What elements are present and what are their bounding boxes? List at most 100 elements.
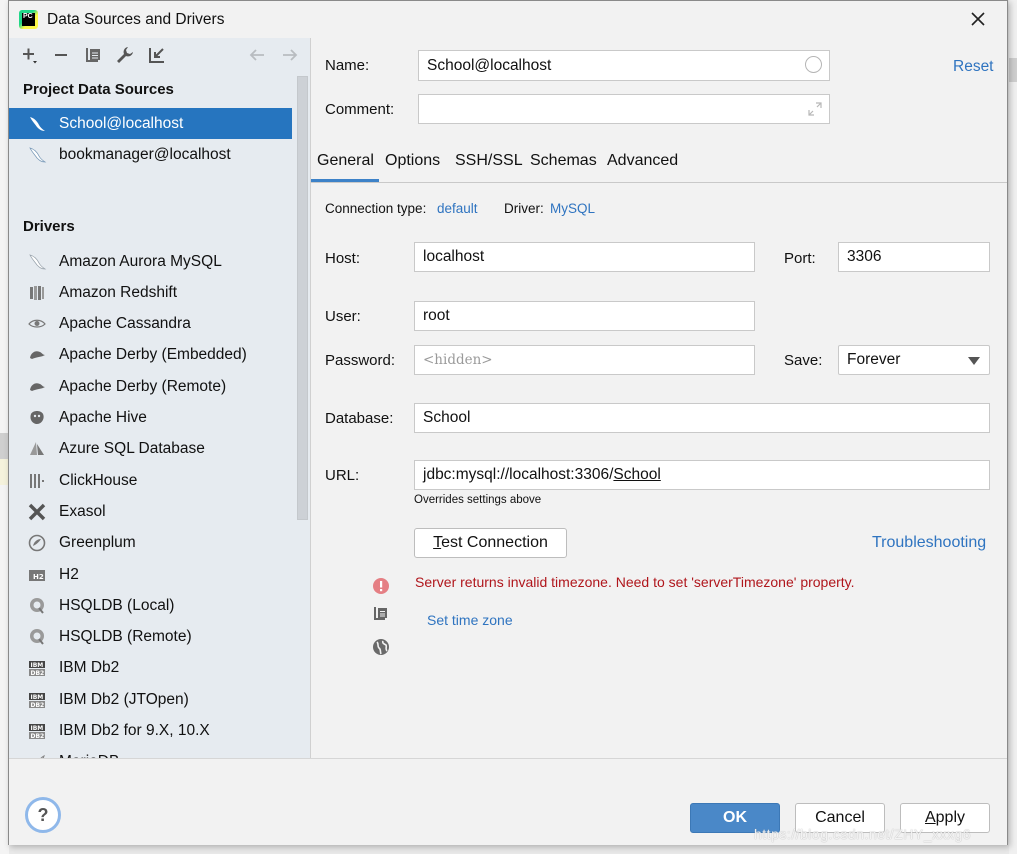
url-hint: Overrides settings above [414,494,542,506]
close-icon [971,12,985,26]
minus-icon [55,54,67,56]
tab-ssh-ssl[interactable]: SSH/SSL [455,152,523,180]
host-label: Host: [325,250,361,267]
url-input[interactable]: jdbc:mysql://localhost:3306/School [414,460,990,490]
driver-item-label: IBM Db2 (JTOpen) [59,690,189,708]
tab-schemas[interactable]: Schemas [530,152,597,180]
driver-item[interactable]: IBM DB2 IBM Db2 (JTOpen) [9,684,292,715]
driver-item[interactable]: Apache Derby (Remote) [9,371,292,402]
driver-item[interactable]: Azure SQL Database [9,434,292,465]
help-icon: ? [37,804,49,825]
expand-icon[interactable] [808,102,822,116]
database-label: Database: [325,410,394,427]
forward-button[interactable] [280,45,300,65]
driver-item-label: IBM Db2 [59,659,120,677]
arrow-left-icon [249,49,264,61]
driver-item[interactable]: Greenplum [9,528,292,559]
remove-button[interactable] [51,45,71,65]
scrollbar-thumb[interactable] [297,76,308,520]
greenplum-icon [27,533,47,553]
data-source-item-school[interactable]: School@localhost [9,108,292,139]
driver-item[interactable]: HSQLDB (Local) [9,590,292,621]
driver-item[interactable]: ClickHouse [9,465,292,496]
driver-item-label: H2 [59,565,79,583]
port-input[interactable]: 3306 [838,242,990,272]
name-label: Name: [325,57,370,74]
user-label: User: [325,308,361,325]
help-button[interactable]: ? [25,797,61,833]
user-input[interactable]: root [414,301,755,331]
svg-text:DB2: DB2 [31,702,45,709]
test-connection-button[interactable]: Test Connection [414,528,567,558]
troubleshooting-link[interactable]: Troubleshooting [872,534,986,552]
svg-text:DB2: DB2 [31,670,45,677]
copy-icon [86,48,100,62]
arrow-right-icon [283,49,298,61]
driver-link[interactable]: MySQL [550,201,595,216]
url-label: URL: [325,467,360,484]
driver-item[interactable]: MariaDB [9,747,292,758]
data-source-list: Project Data Sources School@localhost bo… [9,78,292,758]
project-data-sources-heading: Project Data Sources [23,81,174,98]
driver-item-label: IBM Db2 for 9.X, 10.X [59,722,210,739]
comment-input[interactable] [418,94,830,124]
driver-properties-button[interactable] [115,45,135,65]
add-button[interactable] [20,45,40,65]
tab-options[interactable]: Options [385,152,440,180]
svg-text:H2: H2 [33,573,44,581]
port-label: Port: [784,250,816,267]
title-bar: PC Data Sources and Drivers [9,1,1007,38]
driver-item[interactable]: HSQLDB (Remote) [9,622,292,653]
watermark: https://blog.csdn.net/ZHY_xxxg6 [754,826,972,842]
url-database-part: School [613,466,661,483]
driver-item-label: Exasol [59,502,106,520]
copy-icon[interactable] [372,605,390,623]
drivers-heading: Drivers [23,218,75,235]
database-input[interactable]: School [414,403,990,433]
set-time-zone-link[interactable]: Set time zone [427,612,513,628]
host-input[interactable]: localhost [414,242,755,272]
color-circle-icon[interactable] [805,56,822,73]
driver-item[interactable]: Apache Derby (Embedded) [9,340,292,371]
driver-item-label: Apache Hive [59,409,147,426]
globe-icon[interactable] [372,638,390,656]
connection-type-label: Connection type: [325,201,427,216]
azure-icon [27,439,47,459]
driver-item-label: Apache Cassandra [59,315,191,333]
clickhouse-icon [27,471,47,491]
password-input[interactable]: <hidden> [414,345,755,375]
import-button[interactable] [147,45,167,65]
import-arrow-icon [149,48,164,63]
driver-item[interactable]: Amazon Aurora MySQL [9,246,292,277]
derby-hat-icon [27,345,47,365]
driver-item[interactable]: IBM DB2 IBM Db2 for 9.X, 10.X [9,716,292,747]
driver-item-label: HSQLDB (Remote) [59,628,192,646]
sidebar-scrollbar[interactable] [296,76,309,758]
driver-label: Driver: [504,201,544,216]
save-dropdown[interactable]: Forever [838,345,990,375]
driver-item[interactable]: Apache Hive [9,403,292,434]
reset-link[interactable]: Reset [953,58,994,76]
driver-item[interactable]: Exasol [9,496,292,527]
driver-item-label: Azure SQL Database [59,440,205,458]
name-input[interactable]: School@localhost [418,50,830,81]
duplicate-button[interactable] [83,45,103,65]
mysql-dolphin-icon [27,114,47,134]
back-button[interactable] [247,45,267,65]
connection-type-link[interactable]: default [437,201,478,216]
driver-item[interactable]: IBM DB2 IBM Db2 [9,653,292,684]
plus-icon [23,48,37,64]
exasol-x-icon [27,502,47,522]
pycharm-app-icon: PC [19,10,38,29]
driver-item[interactable]: Amazon Redshift [9,277,292,308]
driver-item[interactable]: Apache Cassandra [9,309,292,340]
data-source-item-bookmanager[interactable]: bookmanager@localhost [9,139,292,170]
h2-icon: H2 [27,565,47,585]
svg-text:IBM: IBM [31,694,44,701]
driver-item[interactable]: H2 H2 [9,559,292,590]
tab-general[interactable]: General [317,152,374,180]
tab-advanced[interactable]: Advanced [607,152,678,180]
close-button[interactable] [967,8,989,30]
hsqldb-icon [27,596,47,616]
connection-settings-panel: Name: School@localhost Reset Comment: Ge… [311,38,1007,758]
